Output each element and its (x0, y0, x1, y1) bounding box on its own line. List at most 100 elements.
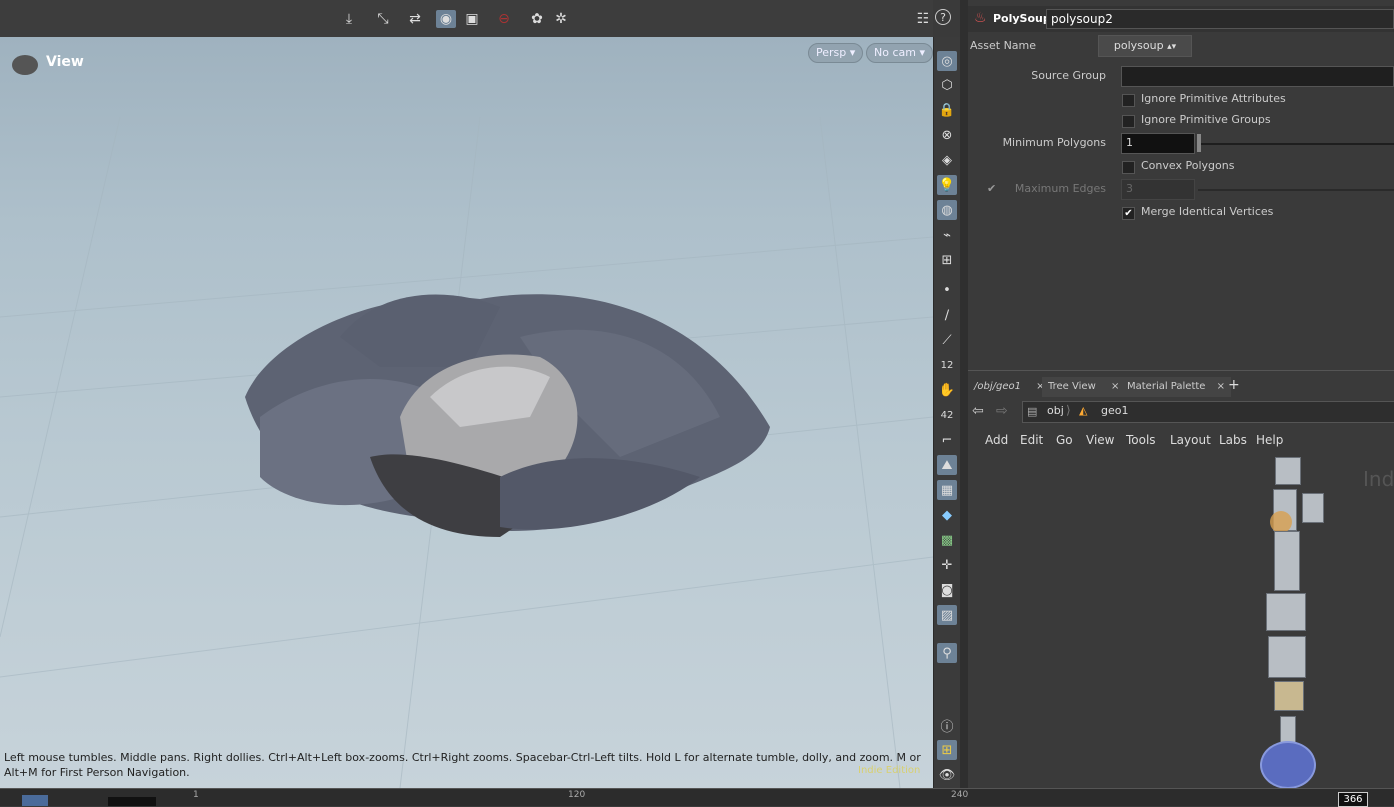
numbers-icon[interactable]: 12 (937, 355, 957, 375)
timeline-tick-1: 1 (193, 790, 199, 800)
tab-material-palette[interactable]: Material Palette × (1121, 377, 1232, 397)
menu-tools[interactable]: Tools (1126, 433, 1156, 447)
select-tool-icon[interactable]: ⤓ (339, 10, 359, 28)
display-node-icon[interactable] (1260, 741, 1316, 789)
light-icon[interactable]: ◈ (937, 150, 957, 170)
network-node[interactable] (1302, 493, 1324, 523)
min-polygons-slider[interactable] (1198, 143, 1394, 145)
close-icon[interactable]: × (1111, 381, 1119, 392)
hand-icon[interactable]: ✋ (937, 380, 957, 400)
tab-obj-geo1[interactable]: /obj/geo1 × (968, 377, 1051, 397)
visibility-icon[interactable]: 👁 (937, 765, 957, 785)
snapshot-icon[interactable]: ▣ (462, 10, 482, 28)
source-group-field[interactable] (1121, 66, 1394, 87)
eye-icon[interactable]: ◎ (937, 51, 957, 71)
help-icon[interactable]: ? (935, 9, 951, 25)
view-icon (12, 55, 38, 75)
param-header: ♨ PolySoup polysoup2 (968, 6, 1394, 32)
ghost-icon[interactable]: ⬡ (937, 75, 957, 95)
gear-node-icon[interactable] (1270, 511, 1292, 533)
settings-icon[interactable]: ✲ (551, 10, 571, 28)
min-polygons-field[interactable]: 1 (1121, 133, 1195, 154)
timeline[interactable]: 1 120 240 366 (0, 788, 1394, 807)
network-node[interactable] (1274, 681, 1304, 711)
node-type-label: PolySoup (993, 12, 1051, 25)
persp-dropdown[interactable]: Persp ▾ (808, 43, 864, 63)
asset-name-dropdown[interactable]: polysoup ▴▾ (1098, 35, 1192, 57)
network-node[interactable] (1274, 531, 1300, 591)
max-edges-field[interactable]: 3 (1121, 179, 1195, 200)
node-name-field[interactable]: polysoup2 (1046, 9, 1394, 29)
scene-canvas (0, 116, 933, 788)
measure-icon[interactable]: 42 (937, 405, 957, 425)
display-mode-icon[interactable]: ◉ (436, 10, 456, 28)
no-entry-icon[interactable]: ⊖ (494, 10, 514, 28)
render-icon[interactable]: ✿ (527, 10, 547, 28)
status-message: Left mouse tumbles. Middle pans. Right d… (4, 751, 921, 779)
tab-material-palette-label: Material Palette (1127, 381, 1206, 392)
info-icon[interactable]: ⓘ (937, 715, 957, 735)
menu-add[interactable]: Add (985, 433, 1008, 447)
network-node[interactable] (1266, 593, 1306, 631)
menu-labs[interactable]: Labs (1219, 433, 1247, 447)
sculpt-icon[interactable]: ⛰ (937, 455, 957, 475)
grid-snap-icon[interactable]: ⊞ (937, 250, 957, 270)
checker-icon[interactable]: ▦ (937, 480, 957, 500)
diamond-icon[interactable]: ◆ (937, 505, 957, 525)
menu-help[interactable]: Help (1256, 433, 1283, 447)
background-image-icon[interactable]: ▨ (937, 605, 957, 625)
network-node[interactable] (1275, 457, 1301, 485)
pane-divider[interactable] (960, 0, 968, 788)
tab-tree-view[interactable]: Tree View × (1042, 377, 1126, 397)
clip-icon[interactable]: ◙ (937, 580, 957, 600)
point-icon[interactable]: • (937, 280, 957, 300)
edition-watermark: Indie Edition (858, 765, 921, 776)
timeline-tick-120: 120 (568, 790, 586, 800)
ignore-prim-attrs-checkbox[interactable] (1122, 94, 1135, 107)
tab-tree-view-label: Tree View (1048, 381, 1096, 392)
network-watermark: Ind (1363, 467, 1394, 491)
brush-icon[interactable]: ∕ (937, 305, 957, 325)
pin-icon[interactable]: ⚲ (937, 643, 957, 663)
path-bar: ▤ obj ⟩ ◭ geo1 (1022, 401, 1394, 423)
transform-tool-icon[interactable]: ⇄ (405, 10, 425, 28)
shading-icon[interactable]: ◍ (937, 200, 957, 220)
close-icon[interactable]: × (1217, 381, 1225, 392)
network-node[interactable] (1268, 636, 1306, 678)
handle-icon[interactable]: ✛ (937, 555, 957, 575)
menu-edit[interactable]: Edit (1020, 433, 1043, 447)
move-tool-icon[interactable]: ⤡ (373, 10, 393, 28)
source-group-label: Source Group (1031, 69, 1106, 82)
network-pane: /obj/geo1 × Tree View × Material Palette… (968, 370, 1394, 789)
angle-icon[interactable]: ⌐ (937, 430, 957, 450)
menu-view[interactable]: View (1086, 433, 1114, 447)
lock-icon[interactable]: 🔒 (937, 100, 957, 120)
min-polygons-label: Minimum Polygons (1002, 136, 1106, 149)
path-obj[interactable]: obj (1047, 404, 1064, 417)
ignore-prim-groups-checkbox[interactable] (1122, 115, 1135, 128)
camera-dropdown[interactable]: No cam ▾ (866, 43, 933, 63)
uv-icon[interactable]: ▩ (937, 530, 957, 550)
ignore-prim-groups-label: Ignore Primitive Groups (1141, 113, 1271, 126)
add-tab-icon[interactable]: + (1228, 377, 1240, 393)
camera-lock-icon[interactable]: ⊗ (937, 125, 957, 145)
convex-polygons-checkbox[interactable] (1122, 161, 1135, 174)
max-edges-slider[interactable] (1198, 189, 1394, 191)
back-icon[interactable]: ⇦ (972, 403, 984, 419)
merge-vertices-checkbox[interactable]: ✔ (1122, 207, 1135, 220)
forward-icon[interactable]: ⇨ (996, 403, 1008, 419)
min-polygons-slider-handle[interactable] (1197, 134, 1201, 152)
camera-label: No cam (874, 46, 916, 59)
3d-viewport[interactable]: View Persp ▾ No cam ▾ Left mouse tumbles… (0, 37, 933, 788)
snap-icon[interactable]: ⌁ (937, 225, 957, 245)
dropper-icon[interactable]: ⟋ (937, 330, 957, 350)
menu-go[interactable]: Go (1056, 433, 1073, 447)
persp-label: Persp (816, 46, 847, 59)
playbar-button[interactable] (22, 795, 48, 806)
menu-layout[interactable]: Layout (1170, 433, 1211, 447)
quad-view-icon[interactable]: ⊞ (937, 740, 957, 760)
path-separator: ⟩ (1066, 403, 1071, 417)
bulb-icon[interactable]: 💡 (937, 175, 957, 195)
layout-icon[interactable]: ☷ (913, 10, 933, 28)
path-geo[interactable]: geo1 (1101, 404, 1128, 417)
